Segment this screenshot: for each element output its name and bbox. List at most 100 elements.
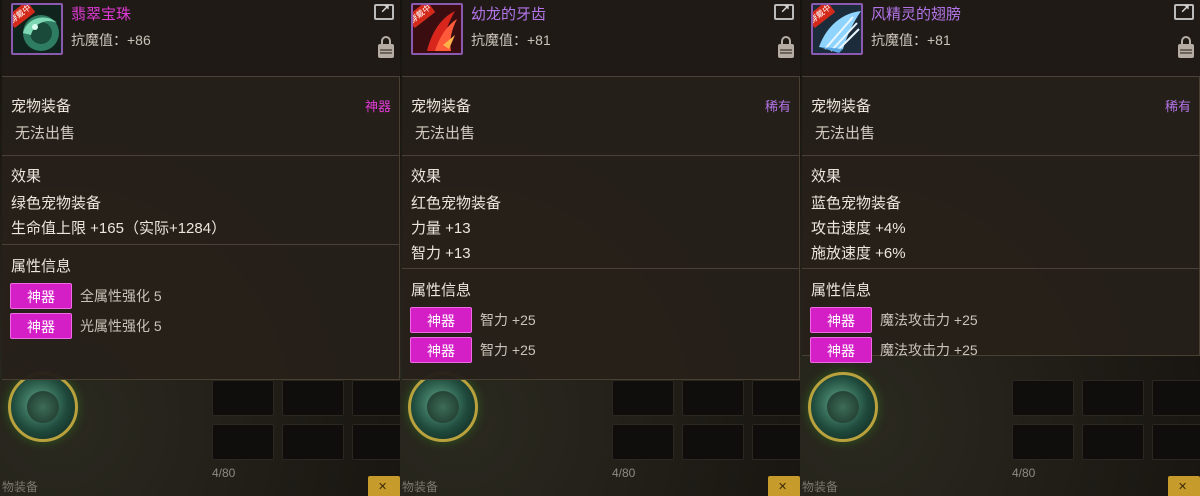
pet-portrait[interactable] — [8, 372, 78, 442]
attr-text: 智力 +25 — [480, 312, 536, 328]
divine-badge[interactable]: 神器 — [810, 307, 872, 333]
tooltip-header: 穿戴中 风精灵的翅膀 抗魔值：+81 — [802, 0, 1200, 76]
green-jade-orb-icon: 穿戴中 — [11, 3, 63, 55]
attr-text: 光属性强化 5 — [80, 318, 162, 334]
item-resist: 抗魔值：+81 — [471, 32, 551, 48]
item-tooltip: 穿戴中 翡翠宝珠 抗魔值：+86 宠物装备 神器 无法出售 效果 绿色宠物装备 … — [2, 0, 400, 380]
item-resist: 抗魔值：+81 — [871, 32, 951, 48]
item-name: 翡翠宝珠 — [71, 6, 132, 23]
lock-icon[interactable] — [1178, 36, 1194, 58]
close-bag-button[interactable] — [1168, 476, 1200, 496]
inventory-count: 4/80 — [212, 466, 236, 480]
inventory-slot[interactable] — [352, 380, 400, 416]
attr-text: 魔法攻击力 +25 — [880, 312, 978, 328]
effect-title: 效果 — [411, 168, 442, 185]
divine-badge[interactable]: 神器 — [810, 337, 872, 363]
attr-row: 神器 光属性强化 5 — [10, 313, 162, 339]
item-panel-3: 4/80 物装备 穿戴中 翡翠宝珠 抗魔值：+86 宠物装备 神器 无 — [0, 0, 400, 496]
divine-badge[interactable]: 神器 — [10, 313, 72, 339]
inventory-slot[interactable] — [1082, 380, 1144, 416]
share-icon[interactable] — [774, 2, 794, 20]
item-panel-1: 4/80 物装备 穿戴中 幼龙的牙齿 抗魔值：+81 宠物装备 稀有 无法出售 — [400, 0, 800, 496]
share-icon[interactable] — [374, 2, 394, 20]
attr-row: 神器 魔法攻击力 +25 — [810, 337, 978, 363]
lock-icon[interactable] — [778, 36, 794, 58]
inventory-slot[interactable] — [1012, 380, 1074, 416]
item-category: 宠物装备 — [11, 98, 72, 115]
lock-icon[interactable] — [378, 36, 394, 58]
attr-text: 全属性强化 5 — [80, 288, 162, 304]
divine-badge[interactable]: 神器 — [410, 337, 472, 363]
divider — [802, 155, 1200, 156]
attr-row: 神器 魔法攻击力 +25 — [810, 307, 978, 333]
close-bag-button[interactable] — [368, 476, 400, 496]
tooltip-header: 穿戴中 翡翠宝珠 抗魔值：+86 — [2, 0, 400, 76]
item-name: 风精灵的翅膀 — [871, 6, 962, 23]
inventory-slot[interactable] — [682, 424, 744, 460]
inventory-slot[interactable] — [752, 424, 800, 460]
attr-title: 属性信息 — [11, 258, 72, 275]
item-rarity: 稀有 — [764, 99, 791, 114]
item-category: 宠物装备 — [811, 98, 872, 115]
pet-portrait[interactable] — [808, 372, 878, 442]
blue-wing-icon: 穿戴中 — [811, 3, 863, 55]
effect-title: 效果 — [811, 168, 842, 185]
close-bag-button[interactable] — [768, 476, 800, 496]
inventory-slot[interactable] — [352, 424, 400, 460]
divine-badge[interactable]: 神器 — [410, 307, 472, 333]
attr-text: 魔法攻击力 +25 — [880, 342, 978, 358]
inventory-slot[interactable] — [682, 380, 744, 416]
inventory-slot[interactable] — [282, 424, 344, 460]
divine-badge[interactable]: 神器 — [10, 283, 72, 309]
inventory-slot[interactable] — [212, 424, 274, 460]
item-tooltip: 穿戴中 风精灵的翅膀 抗魔值：+81 宠物装备 稀有 无法出售 效果 蓝色宠物装… — [802, 0, 1200, 363]
inventory-count: 4/80 — [1012, 466, 1036, 480]
sell-note: 无法出售 — [15, 125, 76, 142]
sell-note: 无法出售 — [415, 125, 476, 142]
inventory-grid — [212, 380, 400, 460]
inventory-slot[interactable] — [282, 380, 344, 416]
inventory-grid — [612, 380, 800, 460]
effect-line: 红色宠物装备 — [411, 195, 502, 212]
inventory-slot[interactable] — [1012, 424, 1074, 460]
divider — [402, 268, 800, 269]
inventory-slot[interactable] — [752, 380, 800, 416]
item-resist: 抗魔值：+86 — [71, 32, 151, 48]
divider — [402, 155, 800, 156]
divider — [802, 268, 1200, 269]
bag-label: 物装备 — [802, 480, 839, 494]
divider — [402, 76, 800, 77]
red-dragon-fang-icon: 穿戴中 — [411, 3, 463, 55]
inventory-slot[interactable] — [1152, 424, 1200, 460]
effect-title: 效果 — [11, 168, 42, 185]
effect-line: 智力 +13 — [411, 245, 471, 262]
inventory-slot[interactable] — [212, 380, 274, 416]
divider — [2, 76, 400, 77]
divider — [2, 244, 400, 245]
item-rarity: 神器 — [364, 99, 391, 114]
item-rarity: 稀有 — [1164, 99, 1191, 114]
bag-label: 物装备 — [2, 480, 39, 494]
inventory-slot[interactable] — [1082, 424, 1144, 460]
effect-line: 力量 +13 — [411, 220, 471, 237]
item-category: 宠物装备 — [411, 98, 472, 115]
effect-line: 蓝色宠物装备 — [811, 195, 902, 212]
attr-row: 神器 智力 +25 — [410, 337, 536, 363]
share-icon[interactable] — [1174, 2, 1194, 20]
divider — [2, 155, 400, 156]
item-name: 幼龙的牙齿 — [471, 6, 547, 23]
inventory-slot[interactable] — [1152, 380, 1200, 416]
inventory-slot[interactable] — [612, 424, 674, 460]
item-tooltip: 穿戴中 幼龙的牙齿 抗魔值：+81 宠物装备 稀有 无法出售 效果 红色宠物装备… — [402, 0, 800, 380]
attr-row: 神器 智力 +25 — [410, 307, 536, 333]
attr-title: 属性信息 — [411, 282, 472, 299]
effect-line: 绿色宠物装备 — [11, 195, 102, 212]
pet-portrait[interactable] — [408, 372, 478, 442]
effect-line: 施放速度 +6% — [811, 245, 906, 262]
effect-line: 生命值上限 +165（实际+1284） — [11, 220, 227, 237]
inventory-grid — [1012, 380, 1200, 460]
item-panel-2: 4/80 物装备 穿戴中 风精灵的翅膀 抗魔值：+81 宠物装备 稀有 无法出售 — [800, 0, 1200, 496]
effect-line: 攻击速度 +4% — [811, 220, 906, 237]
sell-note: 无法出售 — [815, 125, 876, 142]
inventory-slot[interactable] — [612, 380, 674, 416]
